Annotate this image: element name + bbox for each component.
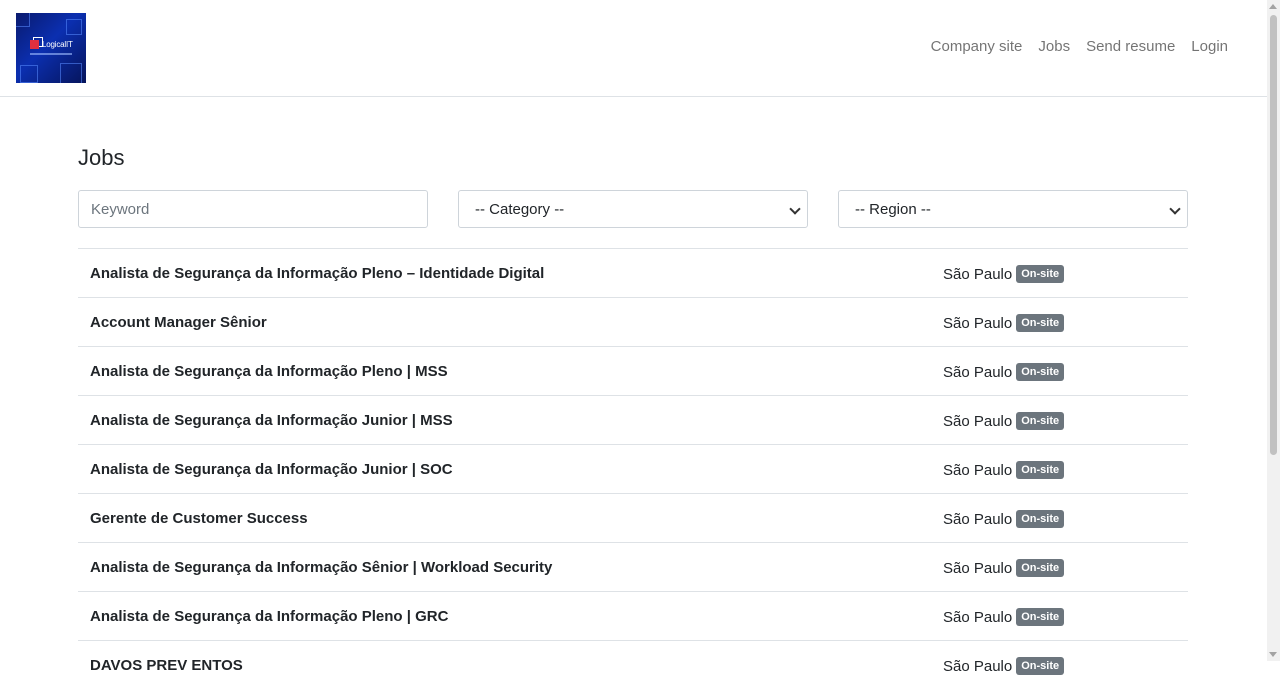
job-title-link[interactable]: Analista de Segurança da Informação Plen… (90, 363, 448, 380)
job-row[interactable]: Analista de Segurança da Informação Plen… (78, 591, 1188, 640)
work-mode-badge: On-site (1016, 657, 1065, 675)
job-location-text: São Paulo (943, 265, 1013, 283)
page-scrollbar[interactable] (1267, 0, 1280, 661)
job-location: São Paulo On-site (943, 559, 1065, 577)
job-title-link[interactable]: DAVOS PREV ENTOS (90, 657, 243, 674)
job-title-link[interactable]: Gerente de Customer Success (90, 510, 308, 527)
keyword-input[interactable] (78, 190, 428, 228)
logo-deco-square (20, 65, 38, 83)
filters-bar: -- Category -- -- Region -- (78, 190, 1188, 228)
job-title-link[interactable]: Analista de Segurança da Informação Juni… (90, 461, 453, 478)
job-title-link[interactable]: Analista de Segurança da Informação Plen… (90, 265, 544, 282)
job-title-link[interactable]: Analista de Segurança da Informação Plen… (90, 608, 448, 625)
category-select-value: -- Category -- (475, 200, 565, 218)
scroll-down-icon[interactable] (1269, 652, 1277, 657)
job-location: São Paulo On-site (943, 608, 1065, 626)
company-logo[interactable]: LogicalIT (16, 13, 86, 83)
job-row[interactable]: Analista de Segurança da Informação Plen… (78, 346, 1188, 395)
nav-company-site[interactable]: Company site (931, 38, 1023, 55)
logo-deco-square (66, 19, 82, 35)
job-row[interactable]: Analista de Segurança da Informação Juni… (78, 395, 1188, 444)
job-row[interactable]: Analista de Segurança da Informação Plen… (78, 248, 1188, 297)
page-title: Jobs (78, 145, 125, 170)
nav-login[interactable]: Login (1191, 38, 1228, 55)
job-location-text: São Paulo (943, 608, 1013, 626)
chevron-down-icon (789, 203, 801, 215)
job-location-text: São Paulo (943, 559, 1013, 577)
job-location-text: São Paulo (943, 363, 1013, 381)
job-location: São Paulo On-site (943, 314, 1065, 332)
job-title-link[interactable]: Analista de Segurança da Informação Sêni… (90, 559, 552, 576)
nav-links: Company site Jobs Send resume Login (931, 38, 1228, 55)
logo-tagline-bar (30, 53, 72, 55)
logo-deco-square (60, 63, 82, 83)
job-location: São Paulo On-site (943, 510, 1065, 528)
job-location-text: São Paulo (943, 412, 1013, 430)
work-mode-badge: On-site (1016, 559, 1065, 577)
category-select[interactable]: -- Category -- (458, 190, 808, 228)
region-select[interactable]: -- Region -- (838, 190, 1188, 228)
nav-jobs[interactable]: Jobs (1038, 38, 1070, 55)
job-location: São Paulo On-site (943, 657, 1065, 675)
job-location: São Paulo On-site (943, 265, 1065, 283)
work-mode-badge: On-site (1016, 608, 1065, 626)
job-list: Analista de Segurança da Informação Plen… (78, 248, 1188, 689)
scroll-up-icon[interactable] (1269, 4, 1277, 9)
job-row[interactable]: Analista de Segurança da Informação Sêni… (78, 542, 1188, 591)
job-title-link[interactable]: Analista de Segurança da Informação Juni… (90, 412, 453, 429)
work-mode-badge: On-site (1016, 510, 1065, 528)
chevron-down-icon (1169, 203, 1181, 215)
logo-deco-square (16, 13, 30, 27)
top-navbar: LogicalIT Company site Jobs Send resume … (0, 0, 1267, 97)
scrollbar-thumb[interactable] (1270, 15, 1277, 455)
nav-send-resume[interactable]: Send resume (1086, 38, 1175, 55)
work-mode-badge: On-site (1016, 363, 1065, 381)
work-mode-badge: On-site (1016, 461, 1065, 479)
job-row[interactable]: Gerente de Customer Success São Paulo On-… (78, 493, 1188, 542)
region-select-value: -- Region -- (855, 200, 931, 218)
job-location-text: São Paulo (943, 657, 1013, 675)
job-row[interactable]: DAVOS PREV ENTOS São Paulo On-site (78, 640, 1188, 689)
job-location-text: São Paulo (943, 461, 1013, 479)
job-row[interactable]: Analista de Segurança da Informação Juni… (78, 444, 1188, 493)
work-mode-badge: On-site (1016, 314, 1065, 332)
work-mode-badge: On-site (1016, 265, 1065, 283)
job-row[interactable]: Account Manager Sênior São Paulo On-site (78, 297, 1188, 346)
logo-brand-text: LogicalIT (42, 40, 73, 49)
job-location: São Paulo On-site (943, 412, 1065, 430)
job-location-text: São Paulo (943, 510, 1013, 528)
work-mode-badge: On-site (1016, 412, 1065, 430)
job-location: São Paulo On-site (943, 363, 1065, 381)
job-location-text: São Paulo (943, 314, 1013, 332)
job-title-link[interactable]: Account Manager Sênior (90, 314, 267, 331)
logo-mark (30, 40, 39, 49)
job-location: São Paulo On-site (943, 461, 1065, 479)
